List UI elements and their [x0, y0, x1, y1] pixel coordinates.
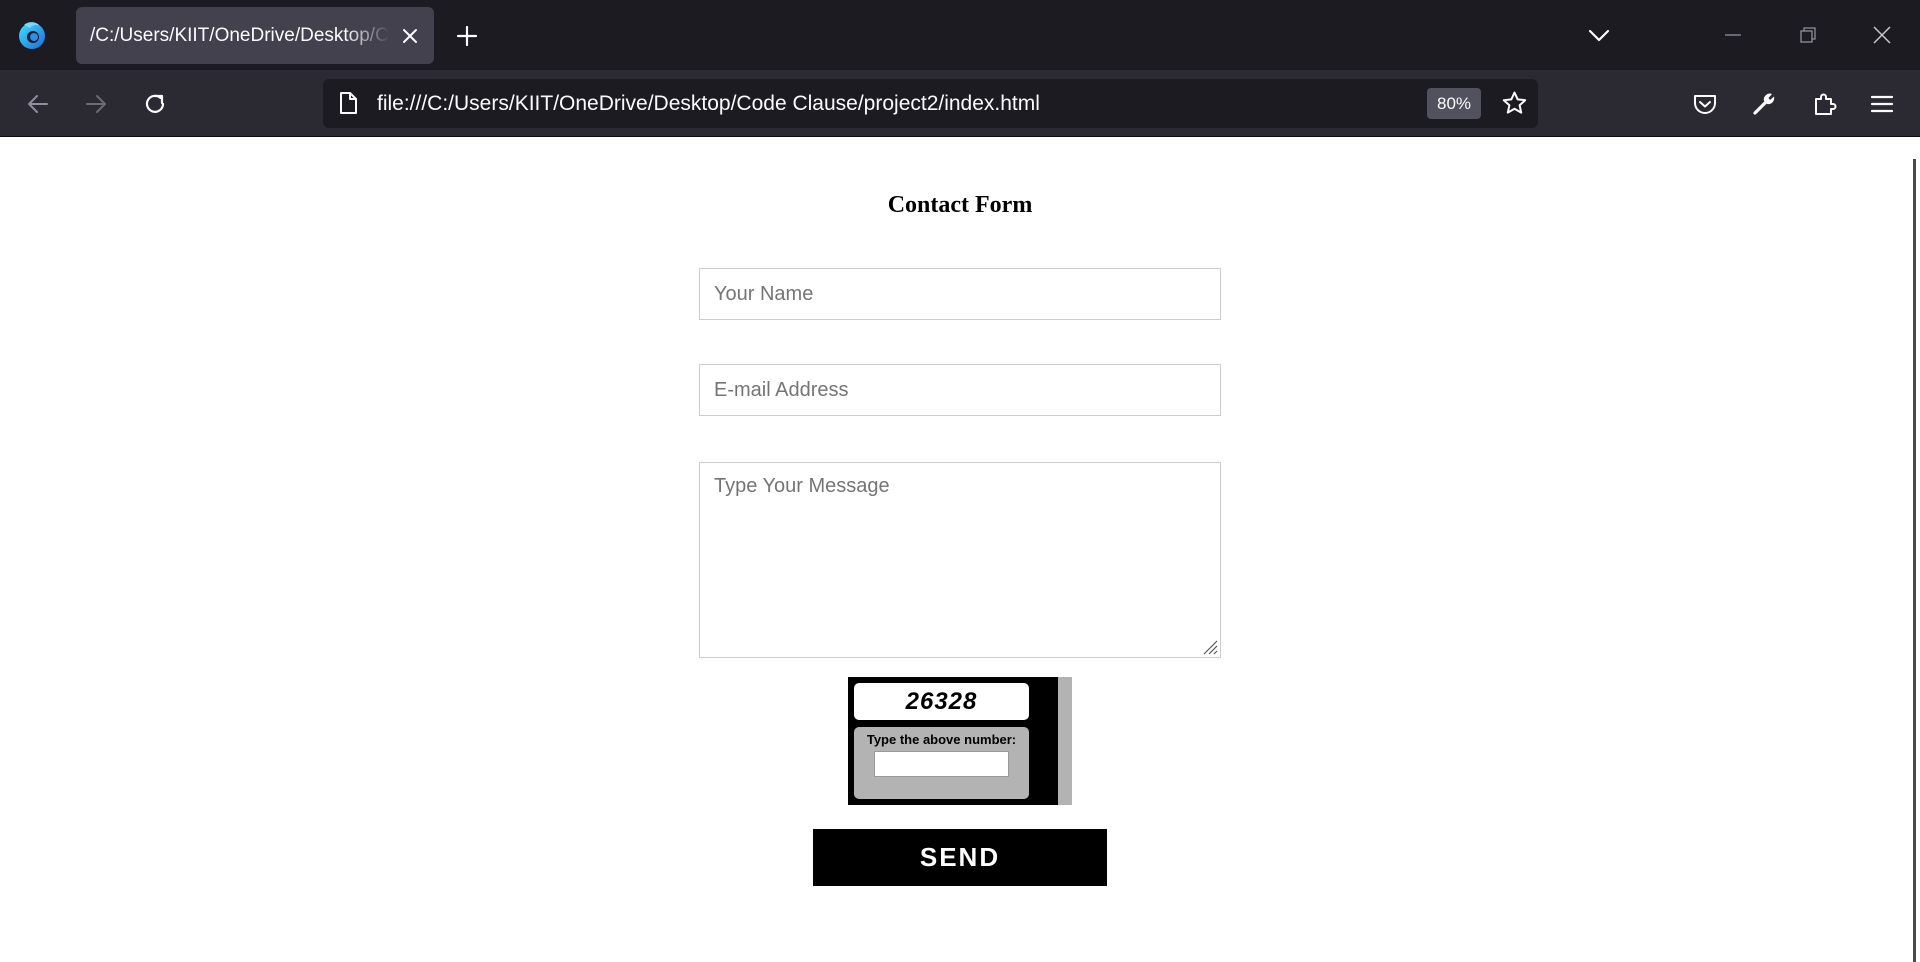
navigation-toolbar: file:///C:/Users/KIIT/OneDrive/Desktop/C… [0, 70, 1920, 137]
captcha-number: 26328 [854, 683, 1029, 720]
window-close-icon[interactable] [1871, 24, 1893, 46]
firefox-icon[interactable] [14, 17, 50, 53]
send-button[interactable]: SEND [813, 829, 1107, 886]
captcha-label: Type the above number: [866, 732, 1017, 747]
message-field[interactable] [699, 462, 1221, 658]
arrow-right-icon[interactable] [83, 91, 109, 117]
plus-icon[interactable] [455, 24, 479, 48]
tab-title: /C:/Users/KIIT/OneDrive/Desktop/Code Cla… [90, 25, 390, 46]
star-icon[interactable] [1501, 90, 1528, 117]
resize-grip-icon[interactable] [1201, 638, 1218, 655]
close-icon[interactable] [400, 26, 420, 46]
captcha-widget: 26328 Type the above number: [848, 677, 1072, 805]
url-text[interactable]: file:///C:/Users/KIIT/OneDrive/Desktop/C… [377, 79, 1040, 128]
reload-icon[interactable] [142, 91, 168, 117]
zoom-level-badge[interactable]: 80% [1427, 88, 1481, 119]
name-field[interactable] [699, 268, 1221, 320]
minimize-icon[interactable] [1722, 24, 1744, 46]
wrench-icon[interactable] [1751, 91, 1777, 117]
arrow-left-icon[interactable] [25, 91, 51, 117]
chevron-down-icon[interactable] [1587, 25, 1611, 45]
restore-icon[interactable] [1797, 24, 1819, 46]
pocket-icon[interactable] [1692, 91, 1718, 117]
page-content: Contact Form 26328 Type the above number… [0, 137, 1920, 962]
puzzle-icon[interactable] [1811, 91, 1837, 117]
captcha-side-strip [1058, 677, 1072, 805]
page-icon [340, 92, 357, 114]
address-bar[interactable]: file:///C:/Users/KIIT/OneDrive/Desktop/C… [323, 79, 1538, 128]
active-tab[interactable]: /C:/Users/KIIT/OneDrive/Desktop/Code Cla… [76, 7, 434, 64]
captcha-panel: Type the above number: [854, 727, 1029, 799]
hamburger-menu-icon[interactable] [1869, 91, 1895, 117]
vertical-scrollbar[interactable] [1913, 159, 1916, 962]
captcha-input[interactable] [874, 751, 1009, 777]
page-title: Contact Form [887, 192, 1033, 218]
email-field[interactable] [699, 364, 1221, 416]
tab-strip: /C:/Users/KIIT/OneDrive/Desktop/Code Cla… [0, 0, 1920, 70]
